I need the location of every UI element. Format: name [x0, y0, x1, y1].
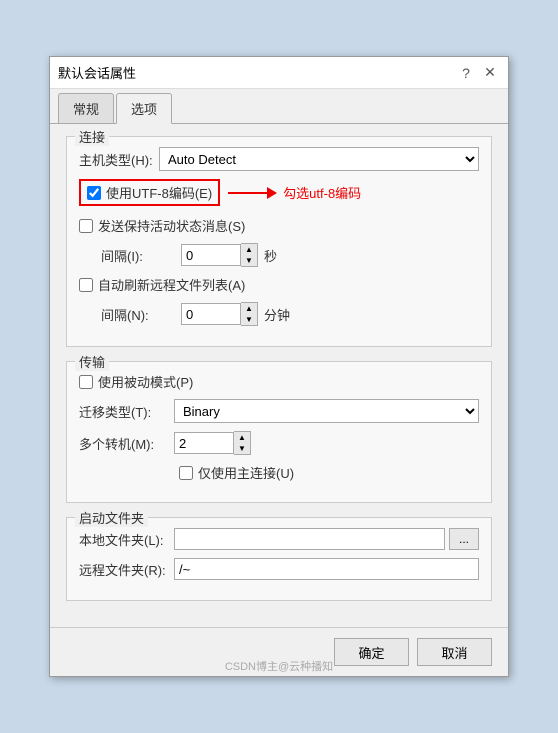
local-folder-input[interactable] — [174, 528, 445, 550]
close-button[interactable]: ✕ — [480, 63, 500, 83]
title-bar: 默认会话属性 ? ✕ — [50, 57, 508, 89]
main-only-row: 仅使用主连接(U) — [179, 463, 479, 482]
keepalive-label[interactable]: 发送保持活动状态消息(S) — [98, 216, 245, 235]
passive-checkbox[interactable] — [79, 375, 93, 389]
utf8-row: 使用UTF-8编码(E) 勾选utf-8编码 — [79, 179, 479, 206]
auto-refresh-row: 自动刷新远程文件列表(A) — [79, 275, 479, 294]
host-type-row: 主机类型(H): Auto Detect Unix Windows — [79, 147, 479, 171]
interval-n-spinner-btns: ▲ ▼ — [241, 302, 258, 326]
remote-folder-label: 远程文件夹(R): — [79, 560, 174, 579]
interval-n-down[interactable]: ▼ — [241, 314, 257, 325]
interval-i-row: 间隔(I): 0 ▲ ▼ 秒 — [101, 243, 479, 267]
tab-bar: 常规 选项 — [50, 89, 508, 124]
dialog-title: 默认会话属性 — [58, 63, 136, 82]
help-button[interactable]: ? — [456, 63, 476, 83]
tab-options[interactable]: 选项 — [116, 93, 172, 124]
watermark: CSDN博主@云种播知 — [225, 658, 333, 674]
multi-transfer-label: 多个转机(M): — [79, 434, 174, 453]
interval-i-spinner-btns: ▲ ▼ — [241, 243, 258, 267]
remote-folder-input[interactable]: /~ — [174, 558, 479, 580]
utf8-checkbox[interactable] — [87, 186, 101, 200]
interval-n-unit: 分钟 — [264, 305, 290, 324]
transfer-type-row: 迁移类型(T): Binary ASCII Auto — [79, 399, 479, 423]
host-type-label: 主机类型(H): — [79, 150, 159, 169]
content-area: 连接 主机类型(H): Auto Detect Unix Windows 使用U… — [50, 124, 508, 627]
ok-button[interactable]: 确定 — [334, 638, 409, 666]
passive-row: 使用被动模式(P) — [79, 372, 479, 391]
multi-transfer-down[interactable]: ▼ — [234, 443, 250, 454]
interval-n-up[interactable]: ▲ — [241, 303, 257, 314]
startup-section: 启动文件夹 本地文件夹(L): ... 远程文件夹(R): /~ — [66, 517, 492, 601]
interval-n-input[interactable]: 0 — [181, 303, 241, 325]
interval-i-up[interactable]: ▲ — [241, 244, 257, 255]
utf8-label[interactable]: 使用UTF-8编码(E) — [106, 183, 212, 202]
multi-transfer-up[interactable]: ▲ — [234, 432, 250, 443]
connection-section: 连接 主机类型(H): Auto Detect Unix Windows 使用U… — [66, 136, 492, 347]
passive-label[interactable]: 使用被动模式(P) — [98, 372, 193, 391]
interval-i-label: 间隔(I): — [101, 246, 181, 265]
startup-title: 启动文件夹 — [75, 508, 148, 527]
local-browse-button[interactable]: ... — [449, 528, 479, 550]
transfer-title: 传输 — [75, 352, 109, 371]
local-folder-label: 本地文件夹(L): — [79, 530, 174, 549]
connection-title: 连接 — [75, 127, 109, 146]
title-controls: ? ✕ — [456, 63, 500, 83]
interval-n-row: 间隔(N): 0 ▲ ▼ 分钟 — [101, 302, 479, 326]
interval-i-spinner: 0 ▲ ▼ — [181, 243, 258, 267]
utf8-annotation: 勾选utf-8编码 — [228, 183, 361, 202]
auto-refresh-checkbox[interactable] — [79, 278, 93, 292]
interval-n-label: 间隔(N): — [101, 305, 181, 324]
auto-refresh-label[interactable]: 自动刷新远程文件列表(A) — [98, 275, 245, 294]
multi-transfer-input[interactable]: 2 — [174, 432, 234, 454]
remote-folder-row: 远程文件夹(R): /~ — [79, 558, 479, 580]
transfer-section: 传输 使用被动模式(P) 迁移类型(T): Binary ASCII Auto … — [66, 361, 492, 503]
main-only-checkbox[interactable] — [179, 466, 193, 480]
arrow-head — [267, 187, 277, 199]
multi-transfer-spinner-btns: ▲ ▼ — [234, 431, 251, 455]
arrow-line — [228, 192, 268, 194]
dialog-footer: 确定 取消 CSDN博主@云种播知 — [50, 627, 508, 676]
keepalive-row: 发送保持活动状态消息(S) — [79, 216, 479, 235]
host-type-select[interactable]: Auto Detect Unix Windows — [159, 147, 479, 171]
interval-n-spinner: 0 ▲ ▼ — [181, 302, 258, 326]
keepalive-checkbox[interactable] — [79, 219, 93, 233]
interval-i-down[interactable]: ▼ — [241, 255, 257, 266]
utf8-highlight-box: 使用UTF-8编码(E) — [79, 179, 220, 206]
transfer-type-label: 迁移类型(T): — [79, 402, 174, 421]
local-folder-row: 本地文件夹(L): ... — [79, 528, 479, 550]
main-only-label[interactable]: 仅使用主连接(U) — [198, 463, 294, 482]
interval-i-input[interactable]: 0 — [181, 244, 241, 266]
multi-transfer-spinner: 2 ▲ ▼ — [174, 431, 251, 455]
transfer-type-select[interactable]: Binary ASCII Auto — [174, 399, 479, 423]
multi-transfer-row: 多个转机(M): 2 ▲ ▼ — [79, 431, 479, 455]
tab-general[interactable]: 常规 — [58, 93, 114, 123]
dialog: 默认会话属性 ? ✕ 常规 选项 连接 主机类型(H): Auto Detect… — [49, 56, 509, 677]
interval-i-unit: 秒 — [264, 246, 277, 265]
annotation-text: 勾选utf-8编码 — [283, 183, 361, 202]
cancel-button[interactable]: 取消 — [417, 638, 492, 666]
